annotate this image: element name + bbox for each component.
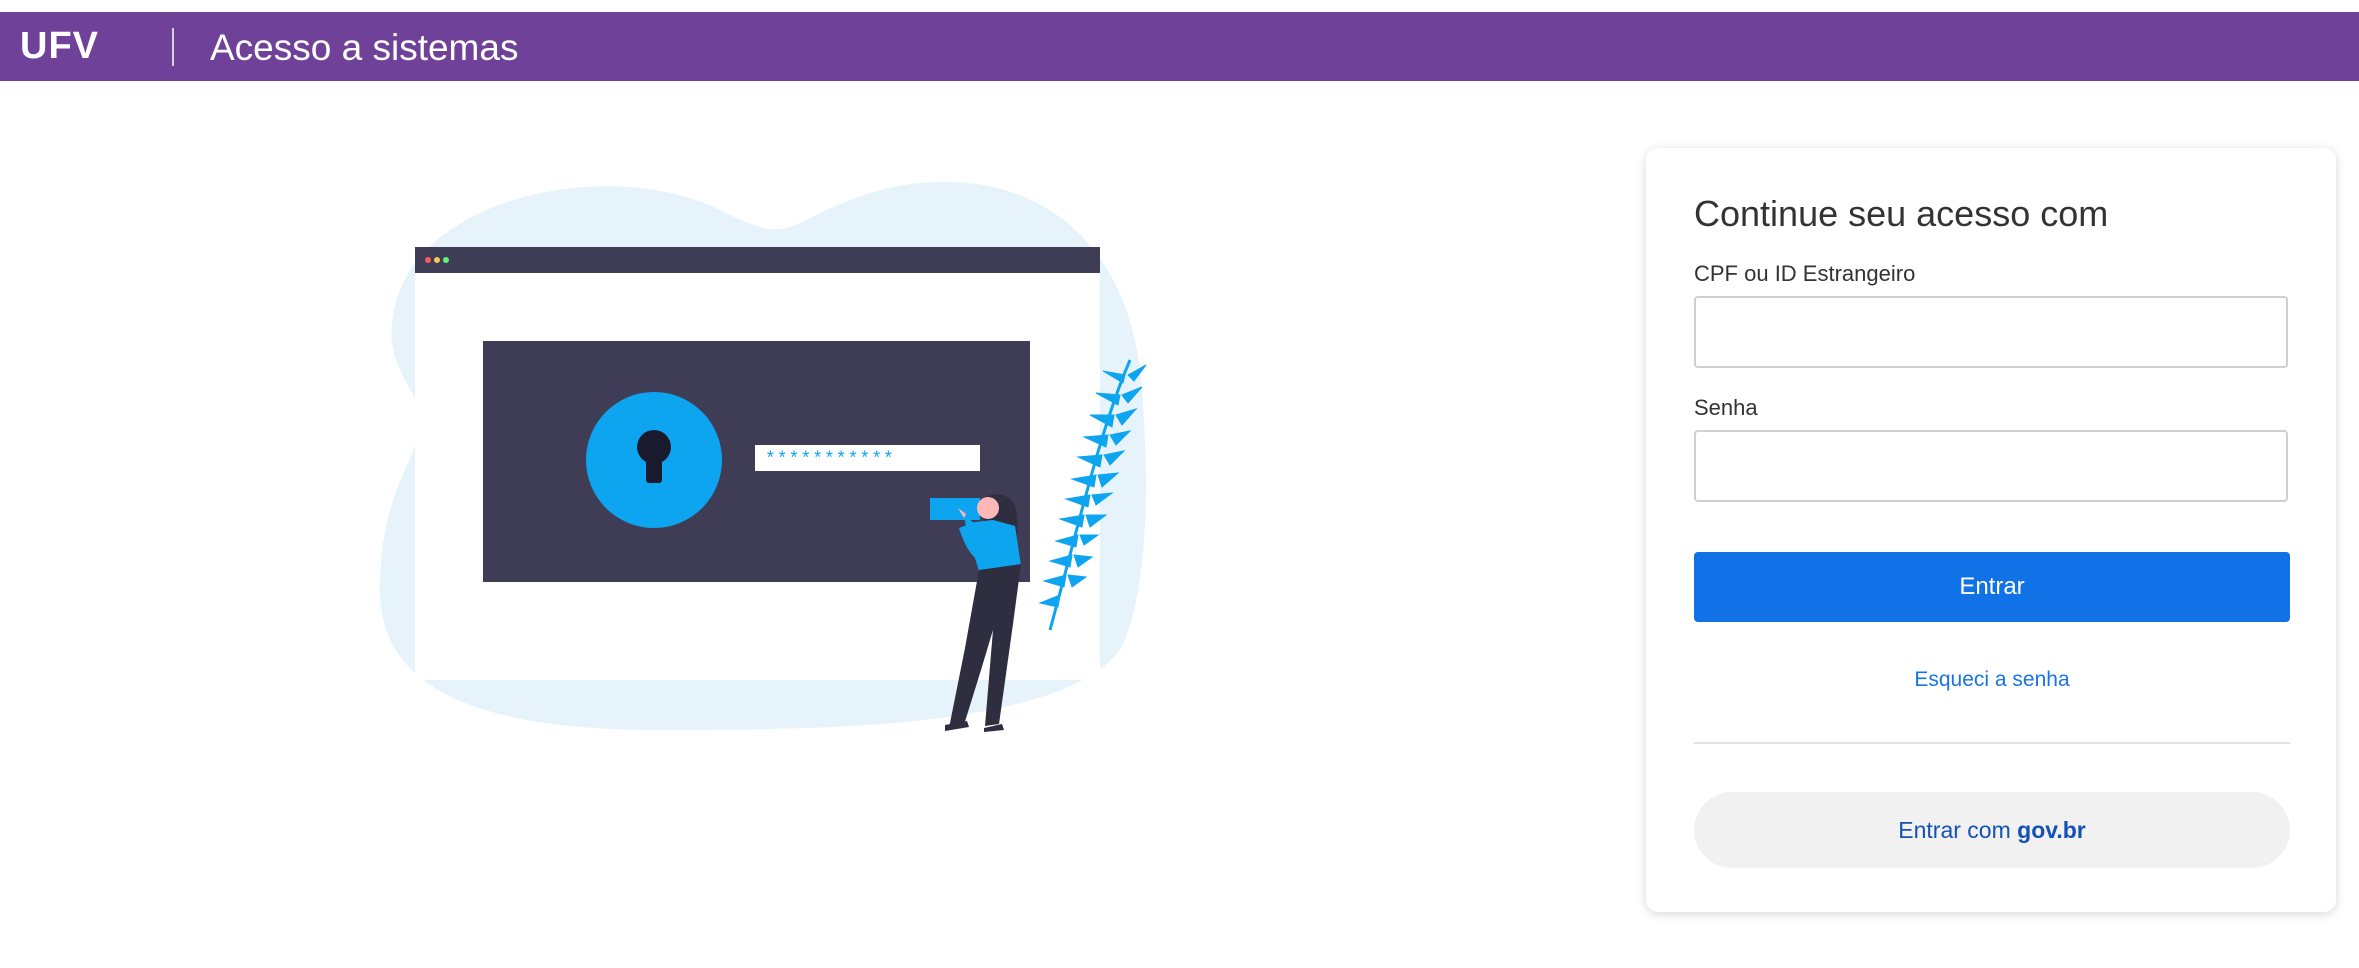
card-title: Continue seu acesso com xyxy=(1694,193,2109,234)
page-top-margin xyxy=(0,0,2359,12)
header-bar: UFV Acesso a sistemas xyxy=(0,12,2359,81)
govbr-prefix: Entrar com xyxy=(1898,816,2018,843)
card-divider xyxy=(1694,742,2290,744)
govbr-brand: gov.br xyxy=(2017,816,2086,843)
password-label: Senha xyxy=(1694,395,1758,420)
cpf-label: CPF ou ID Estrangeiro xyxy=(1694,261,1916,286)
login-card: Continue seu acesso com CPF ou ID Estran… xyxy=(1646,148,2336,912)
password-mask: *********** xyxy=(765,450,895,470)
login-illustration: *********** xyxy=(380,181,1147,732)
cpf-input[interactable] xyxy=(1694,296,2288,368)
login-submit-button xyxy=(930,498,980,520)
header-divider xyxy=(172,28,174,66)
browser-titlebar xyxy=(415,247,1100,273)
password-input[interactable] xyxy=(1694,430,2288,502)
govbr-login-button[interactable]: Entrar com gov.br xyxy=(1694,792,2290,868)
submit-button[interactable]: Entrar xyxy=(1694,552,2290,622)
page-title: Acesso a sistemas xyxy=(210,27,519,68)
ufv-logo[interactable]: UFV xyxy=(20,24,99,68)
forgot-password-link[interactable]: Esqueci a senha xyxy=(1694,666,2290,694)
